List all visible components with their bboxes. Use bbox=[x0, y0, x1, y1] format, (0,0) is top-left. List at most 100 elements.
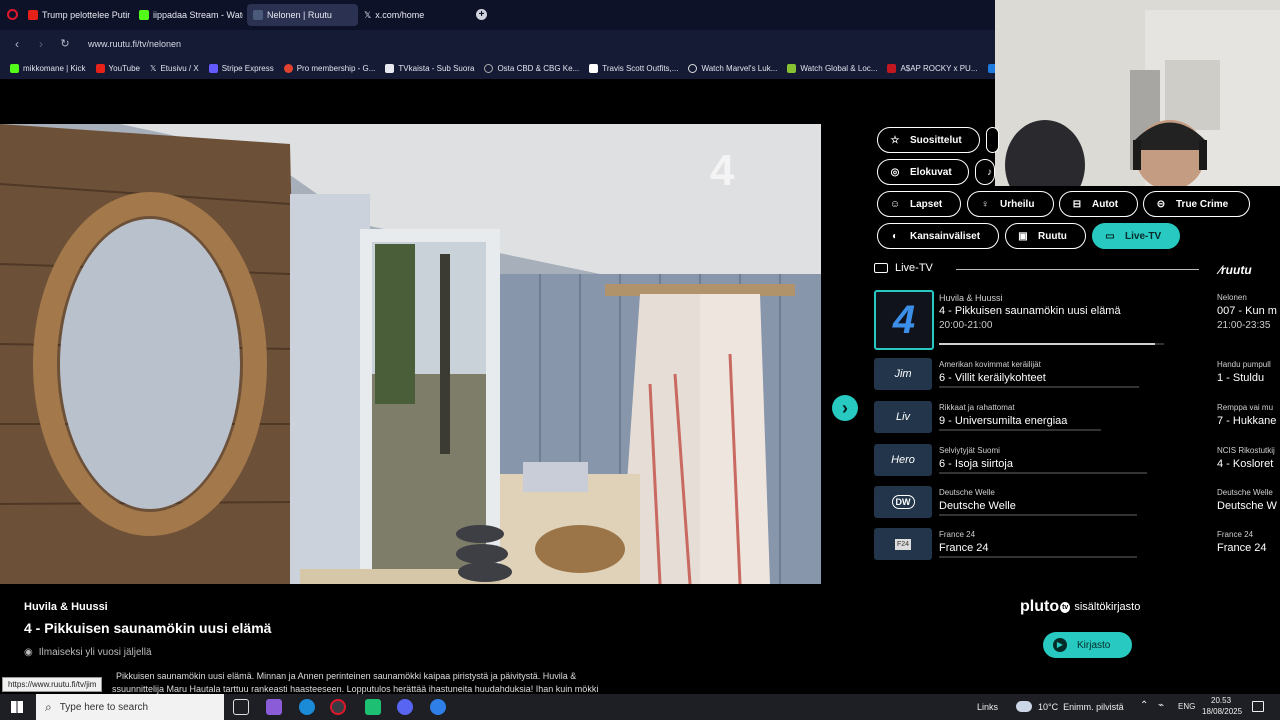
tab-trump[interactable]: Trump pelottelee Putinia bbox=[22, 4, 130, 26]
clock-time[interactable]: 20.53 bbox=[1211, 696, 1231, 705]
webcam-overlay bbox=[995, 0, 1280, 186]
video-player[interactable]: 4 bbox=[0, 124, 821, 584]
row-title: 4 - Pikkuisen saunamökin uusi elämä bbox=[939, 305, 1121, 317]
row-progress bbox=[939, 343, 1164, 345]
url-input[interactable]: www.ruutu.fi/tv/nelonen bbox=[88, 39, 181, 49]
tab-nelonen[interactable]: Nelonen | Ruutu bbox=[247, 4, 358, 26]
opera-taskbar-icon[interactable] bbox=[330, 699, 346, 715]
chip-true-crime[interactable]: ⊝ True Crime bbox=[1143, 191, 1250, 217]
chip-elokuvat[interactable]: ◎ Elokuvat bbox=[877, 159, 969, 185]
globe-icon bbox=[484, 63, 494, 73]
bookmark-tvkaista[interactable]: TVkaista - Sub Suora bbox=[385, 63, 475, 73]
discord-icon[interactable] bbox=[397, 699, 413, 715]
program-episode-title: 4 - Pikkuisen saunamökin uusi elämä bbox=[24, 620, 272, 636]
kids-icon: ☺ bbox=[889, 198, 901, 210]
program-series-title: Huvila & Huussi bbox=[24, 601, 108, 613]
chip-suosittelut[interactable]: ☆ Suosittelut bbox=[877, 127, 980, 153]
address-bar: ‹ › ↻ www.ruutu.fi/tv/nelonen bbox=[0, 30, 995, 57]
pinned-app-icon[interactable] bbox=[266, 699, 282, 715]
chip-lapset[interactable]: ☺ Lapset bbox=[877, 191, 961, 217]
stream-app-icon[interactable] bbox=[365, 699, 381, 715]
clock-date[interactable]: 18/08/2025 bbox=[1202, 707, 1242, 716]
ruutu-tab-icon bbox=[253, 10, 263, 20]
weather-cloud-icon[interactable] bbox=[1016, 701, 1032, 712]
chip-ruutu[interactable]: ▣ Ruutu bbox=[1005, 223, 1086, 249]
bookmark-cbd[interactable]: Osta CBD & CBG Ke... bbox=[484, 63, 579, 73]
notification-icon[interactable] bbox=[1252, 701, 1264, 712]
edge-icon[interactable] bbox=[299, 699, 315, 715]
chip-urheilu[interactable]: ♀ Urheilu bbox=[967, 191, 1054, 217]
tab-x-home[interactable]: 𝕏 x.com/home bbox=[358, 4, 458, 26]
pluto-library-text: sisältökirjasto bbox=[1074, 601, 1141, 613]
bookmark-x[interactable]: 𝕏 Etusivu / X bbox=[150, 64, 199, 73]
globe-icon bbox=[688, 63, 698, 73]
bookmark-youtube[interactable]: YouTube bbox=[95, 63, 140, 73]
next-title: Deutsche W bbox=[1217, 500, 1277, 512]
bookmark-travis[interactable]: Travis Scott Outfits,... bbox=[589, 63, 678, 73]
document-icon bbox=[385, 63, 395, 73]
pluto-logo: pluto bbox=[1020, 598, 1060, 615]
network-icon[interactable]: ⌁ bbox=[1158, 700, 1164, 711]
bookmark-kick[interactable]: mikkomane | Kick bbox=[10, 63, 86, 73]
links-toolbar[interactable]: Links bbox=[977, 702, 998, 712]
chip-label: True Crime bbox=[1176, 198, 1229, 210]
bookmark-stripe[interactable]: Stripe Express bbox=[208, 63, 274, 73]
channel-row-jim[interactable]: Jim Amerikan kovimmat keräilijät 6 - Vil… bbox=[874, 358, 1280, 392]
ruutu-brand-text: ruutu bbox=[1221, 263, 1252, 277]
asap-icon bbox=[887, 63, 897, 73]
weather-text[interactable]: 10°C Enimm. pilvistä bbox=[1038, 702, 1124, 712]
next-series: Deutsche Welle bbox=[1217, 488, 1273, 497]
taskbar-search[interactable]: ⌕ Type here to search bbox=[36, 694, 224, 720]
reload-icon[interactable]: ↻ bbox=[58, 37, 72, 50]
bookmark-label: TVkaista - Sub Suora bbox=[398, 63, 475, 73]
bookmark-de[interactable]: de bbox=[987, 63, 995, 73]
channel-row-dw[interactable]: DW Deutsche Welle Deutsche Welle Deutsch… bbox=[874, 486, 1280, 520]
pluto-tv-badge: tv bbox=[1060, 601, 1071, 613]
chip-label: Suosittelut bbox=[910, 134, 962, 146]
row-time: 20:00-21:00 bbox=[939, 320, 993, 331]
bookmark-marvel[interactable]: Watch Marvel's Luk... bbox=[688, 63, 777, 73]
chip-kansainvaliset[interactable]: ◐ Kansainväliset bbox=[877, 223, 999, 249]
chip-live-tv[interactable]: ▭ Live-TV bbox=[1092, 223, 1180, 249]
channel-row-hero[interactable]: Hero Selviytyjät Suomi 6 - Isoja siirtoj… bbox=[874, 444, 1280, 478]
channel-row-france24[interactable]: F24 France 24 France 24 France 24 France… bbox=[874, 528, 1280, 562]
chip-autot[interactable]: ⊟ Autot bbox=[1059, 191, 1138, 217]
forward-icon[interactable]: › bbox=[34, 37, 48, 51]
program-description-1: Pikkuisen saunamökin uusi elämä. Minnan … bbox=[116, 671, 577, 681]
channel-logo-text: 4 bbox=[892, 297, 916, 342]
app-icon[interactable] bbox=[430, 699, 446, 715]
row-progress bbox=[939, 556, 1137, 558]
bookmark-label: YouTube bbox=[108, 63, 140, 73]
channel-logo-liv: Liv bbox=[874, 401, 932, 433]
task-view-icon[interactable] bbox=[233, 699, 249, 715]
kirjasto-button[interactable]: ▶ Kirjasto bbox=[1043, 632, 1132, 658]
guide-next-button[interactable]: › bbox=[832, 395, 858, 421]
channel-row-nelonen[interactable]: 4 Huvila & Huussi 4 - Pikkuisen saunamök… bbox=[874, 290, 1280, 350]
row-progress bbox=[939, 514, 1137, 516]
next-title: 007 - Kun m bbox=[1217, 305, 1277, 317]
chip-music[interactable]: ♪ bbox=[975, 159, 995, 185]
header-divider bbox=[956, 269, 1199, 270]
language-indicator[interactable]: ENG bbox=[1178, 702, 1195, 711]
star-icon: ☆ bbox=[890, 134, 900, 146]
bookmark-pro-membership[interactable]: Pro membership - G... bbox=[283, 63, 376, 73]
windows-start-icon[interactable] bbox=[11, 701, 23, 713]
tab-stream[interactable]: iippadaa Stream - Watch bbox=[133, 4, 243, 26]
row-series: Amerikan kovimmat keräilijät bbox=[939, 360, 1041, 369]
bookmark-asap[interactable]: A$AP ROCKY x PU... bbox=[887, 63, 978, 73]
back-icon[interactable]: ‹ bbox=[10, 37, 24, 51]
opera-logo-icon[interactable] bbox=[7, 9, 18, 20]
bookmark-label: Pro membership - G... bbox=[296, 63, 376, 73]
next-series: France 24 bbox=[1217, 530, 1254, 539]
youtube-icon bbox=[95, 63, 105, 73]
trophy-icon: ♀ bbox=[981, 198, 989, 210]
new-tab-plus-icon[interactable]: + bbox=[476, 9, 487, 20]
channel-row-liv[interactable]: Liv Rikkaat ja rahattomat 9 - Universumi… bbox=[874, 401, 1280, 435]
tv-icon: ▭ bbox=[1105, 230, 1115, 242]
handcuffs-icon: ⊝ bbox=[1156, 198, 1166, 210]
tray-chevron-icon[interactable]: ⌃ bbox=[1140, 700, 1148, 711]
row-title: Deutsche Welle bbox=[939, 500, 1016, 512]
chip-label: Live-TV bbox=[1125, 230, 1162, 242]
bookmark-global[interactable]: Watch Global & Loc... bbox=[787, 63, 877, 73]
chip-hidden-1[interactable] bbox=[986, 127, 999, 153]
